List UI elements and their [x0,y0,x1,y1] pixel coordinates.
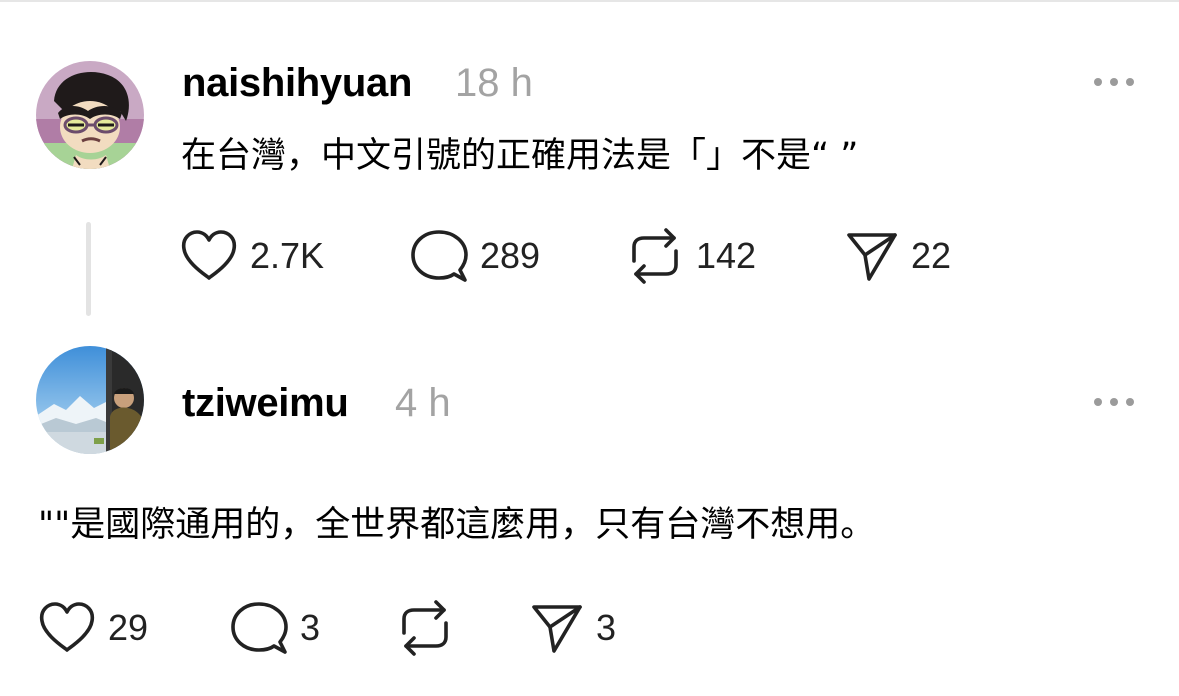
like-button[interactable]: 29 [38,600,148,656]
more-options-icon[interactable] [1094,394,1134,410]
heart-icon [39,602,95,652]
share-count: 22 [911,235,952,276]
repost-button[interactable]: 142 [626,228,756,284]
share-button[interactable]: 22 [845,228,951,284]
username[interactable]: naishihyuan [182,59,412,107]
avatar-cartoon-image [36,61,144,169]
share-count: 3 [596,607,617,648]
like-count: 2.7K [250,235,325,276]
avatar[interactable] [36,61,144,169]
reply-button[interactable]: 3 [230,600,320,656]
repost-button[interactable] [396,600,466,656]
top-divider [0,0,1179,2]
repost-icon [402,600,448,656]
avatar-photo-image [36,346,144,454]
post-text: ""是國際通用的，全世界都這麼用，只有台灣不想用。 [38,505,876,545]
share-button[interactable]: 3 [530,600,616,656]
like-count: 29 [108,607,149,648]
reply-button[interactable]: 289 [410,228,540,284]
post-text: 在台灣，中文引號的正確用法是「」不是“ ” [181,136,859,176]
post-time: 18 h [455,61,533,105]
comment-bubble-icon [231,602,288,654]
reply-count: 3 [300,607,321,648]
username[interactable]: tziweimu [182,379,349,427]
thread-line [86,222,91,316]
repost-count: 142 [696,235,757,276]
more-options-icon[interactable] [1094,74,1134,90]
comment-bubble-icon [411,230,468,282]
repost-icon [632,228,678,284]
post-time: 4 h [395,381,451,425]
send-icon [847,233,897,281]
reply-count: 289 [480,235,541,276]
heart-icon [181,230,237,280]
avatar[interactable] [36,346,144,454]
like-button[interactable]: 2.7K [180,228,324,284]
send-icon [532,605,582,653]
